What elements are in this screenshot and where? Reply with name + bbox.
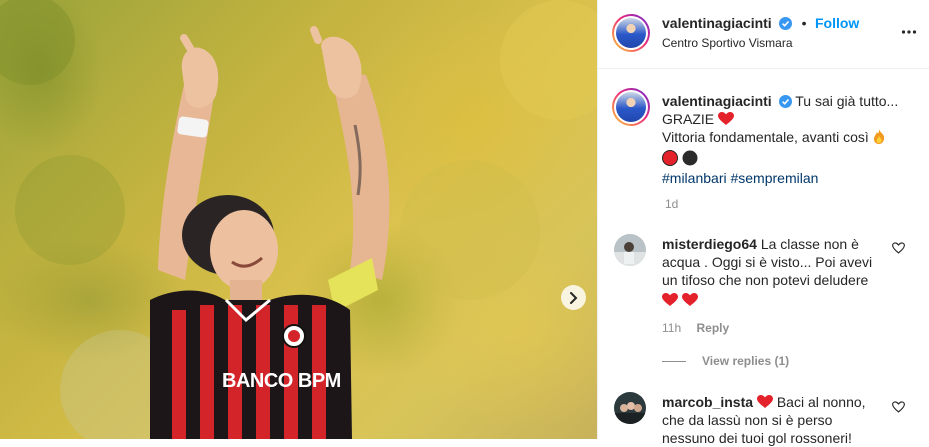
- post-side-panel: valentinagiacinti • Follow Centro Sporti…: [597, 0, 929, 446]
- post-time[interactable]: 1d: [665, 197, 678, 211]
- verified-badge-icon: [778, 95, 792, 108]
- caption-line-2: GRAZIE: [662, 111, 715, 127]
- comment-time[interactable]: 11h: [662, 321, 681, 335]
- like-heart-icon[interactable]: [892, 401, 905, 413]
- red-circle-icon: [662, 150, 678, 166]
- post-photo: BANCO BPM: [0, 0, 597, 439]
- comment-meta: 11h Reply: [662, 321, 729, 335]
- post-location[interactable]: Centro Sportivo Vismara: [662, 36, 793, 50]
- comment-body: misterdiego64 La classe non è acqua . Og…: [662, 235, 887, 309]
- heart-emoji-icon: [681, 293, 698, 306]
- black-circle-icon: [682, 150, 698, 166]
- author-avatar[interactable]: [612, 14, 650, 52]
- post-caption: valentinagiacinti Tu sai già tutto... GR…: [662, 92, 917, 187]
- caption-author-avatar[interactable]: [612, 88, 650, 126]
- view-replies-label: View replies (1): [702, 354, 790, 368]
- comment-username[interactable]: misterdiego64: [662, 236, 757, 252]
- verified-badge-icon: [779, 17, 793, 30]
- caption-line-3: Vittoria fondamentale, avanti così: [662, 129, 869, 145]
- follow-button[interactable]: Follow: [815, 15, 859, 31]
- reply-button[interactable]: Reply: [696, 321, 729, 335]
- like-heart-icon[interactable]: [892, 242, 905, 254]
- author-row: valentinagiacinti • Follow: [662, 15, 859, 33]
- jersey-sponsor-text: BANCO BPM: [222, 370, 341, 392]
- commenter-avatar[interactable]: [614, 392, 646, 424]
- chevron-right-icon: [569, 291, 577, 304]
- fire-emoji-icon: [873, 129, 884, 144]
- caption-username[interactable]: valentinagiacinti: [662, 93, 772, 109]
- hashtag-sempremilan[interactable]: #sempremilan: [730, 170, 818, 186]
- comment-username[interactable]: marcob_insta: [662, 394, 753, 410]
- heart-emoji-icon: [662, 293, 678, 306]
- replies-divider: [662, 361, 686, 363]
- heart-emoji-icon: [718, 112, 735, 125]
- hashtag-milanbari[interactable]: #milanbari: [662, 170, 727, 186]
- next-photo-button[interactable]: [561, 285, 586, 310]
- more-options-icon[interactable]: [901, 24, 917, 40]
- author-username[interactable]: valentinagiacinti: [662, 15, 772, 31]
- view-replies-button[interactable]: View replies (1): [662, 354, 789, 368]
- commenter-avatar[interactable]: [614, 234, 646, 266]
- separator-dot: •: [801, 15, 807, 31]
- caption-line-1: Tu sai già tutto...: [795, 93, 899, 109]
- post-header: valentinagiacinti • Follow Centro Sporti…: [598, 0, 929, 69]
- post-modal: BANCO BPM valentinagiacinti • Follow Cen…: [0, 0, 929, 446]
- comment-hearts: [662, 291, 887, 309]
- heart-emoji-icon: [756, 395, 773, 408]
